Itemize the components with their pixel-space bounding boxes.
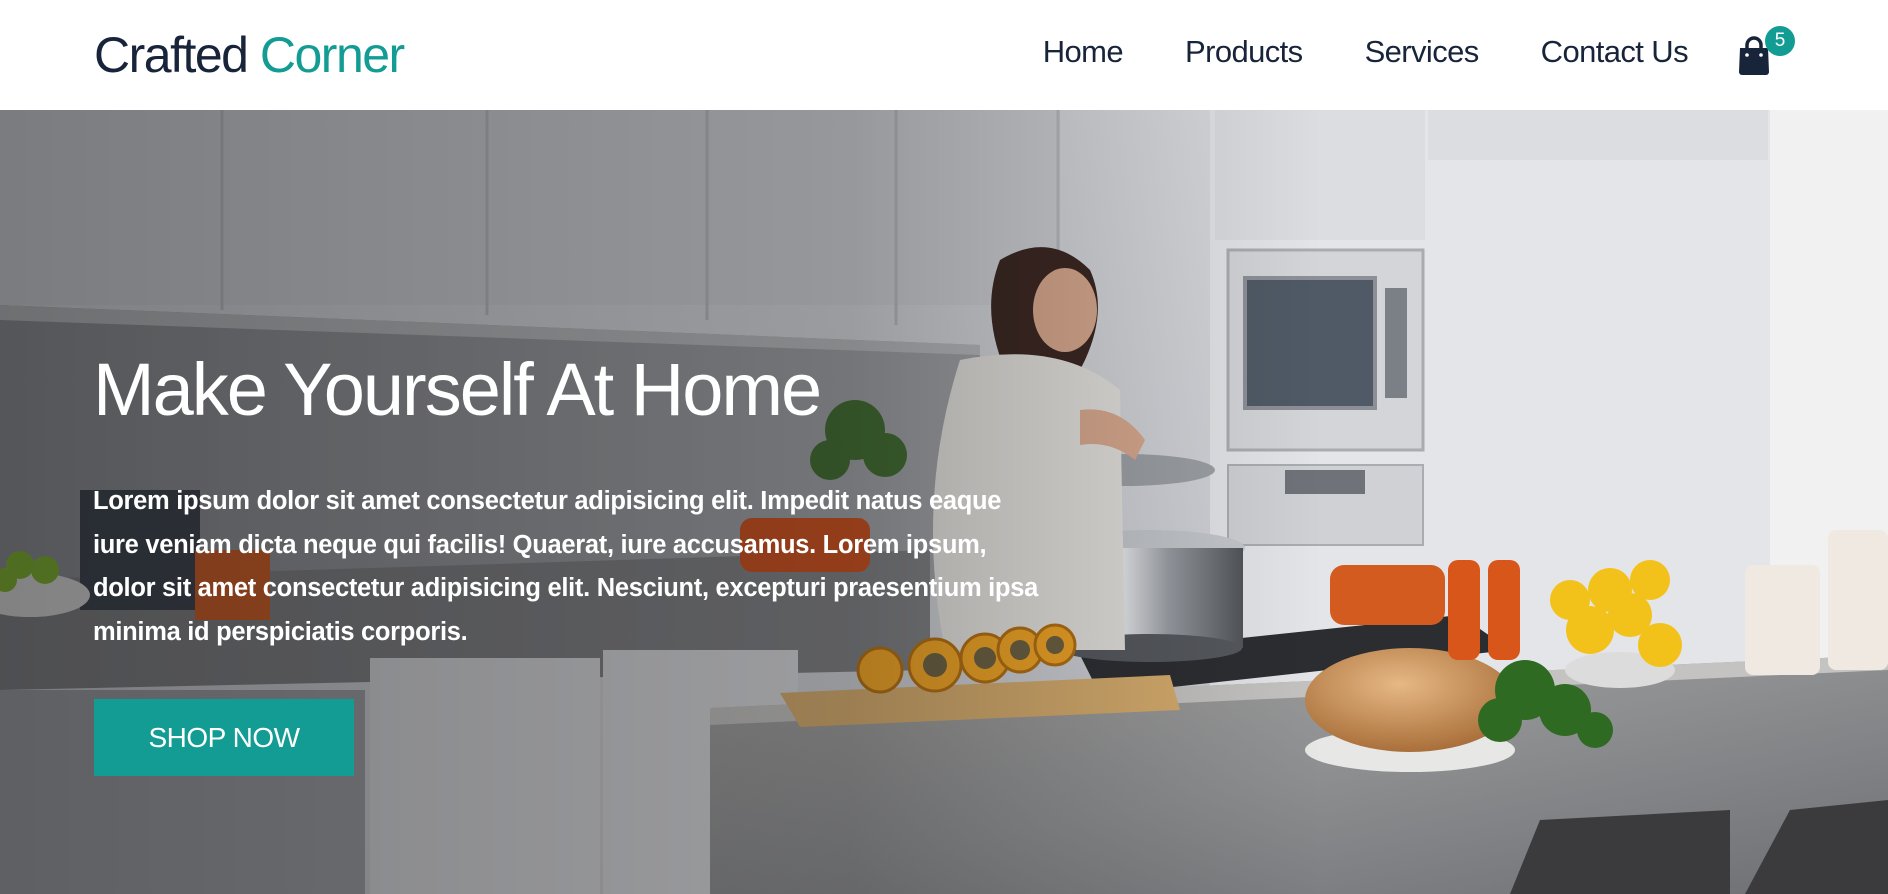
nav-menu: Home Products Services Contact Us [1043,32,1689,72]
nav-item-home: Home [1043,32,1124,72]
cart-count-badge: 5 [1765,26,1795,56]
brand-name-part2: Corner [259,27,405,83]
hero-description: Lorem ipsum dolor sit amet consectetur a… [93,487,1038,646]
navbar: Crafted Corner Home Products Services Co… [0,0,1888,110]
nav-item-services: Services [1365,32,1480,72]
hero-title: Make Yourself At Home [93,348,822,431]
brand-name-part1: Crafted [94,27,249,83]
nav-item-contact: Contact Us [1541,32,1689,72]
nav-link-home[interactable]: Home [1043,34,1124,69]
nav-link-services[interactable]: Services [1365,34,1480,69]
hero-section: Make Yourself At Home Lorem ipsum dolor … [0,110,1888,894]
shop-now-button[interactable]: SHOP NOW [94,699,354,776]
nav-link-contact[interactable]: Contact Us [1541,34,1689,69]
brand-logo[interactable]: Crafted Corner [94,26,405,84]
cart-button[interactable]: 5 [1737,26,1797,78]
nav-item-products: Products [1185,32,1303,72]
nav-link-products[interactable]: Products [1185,34,1303,69]
